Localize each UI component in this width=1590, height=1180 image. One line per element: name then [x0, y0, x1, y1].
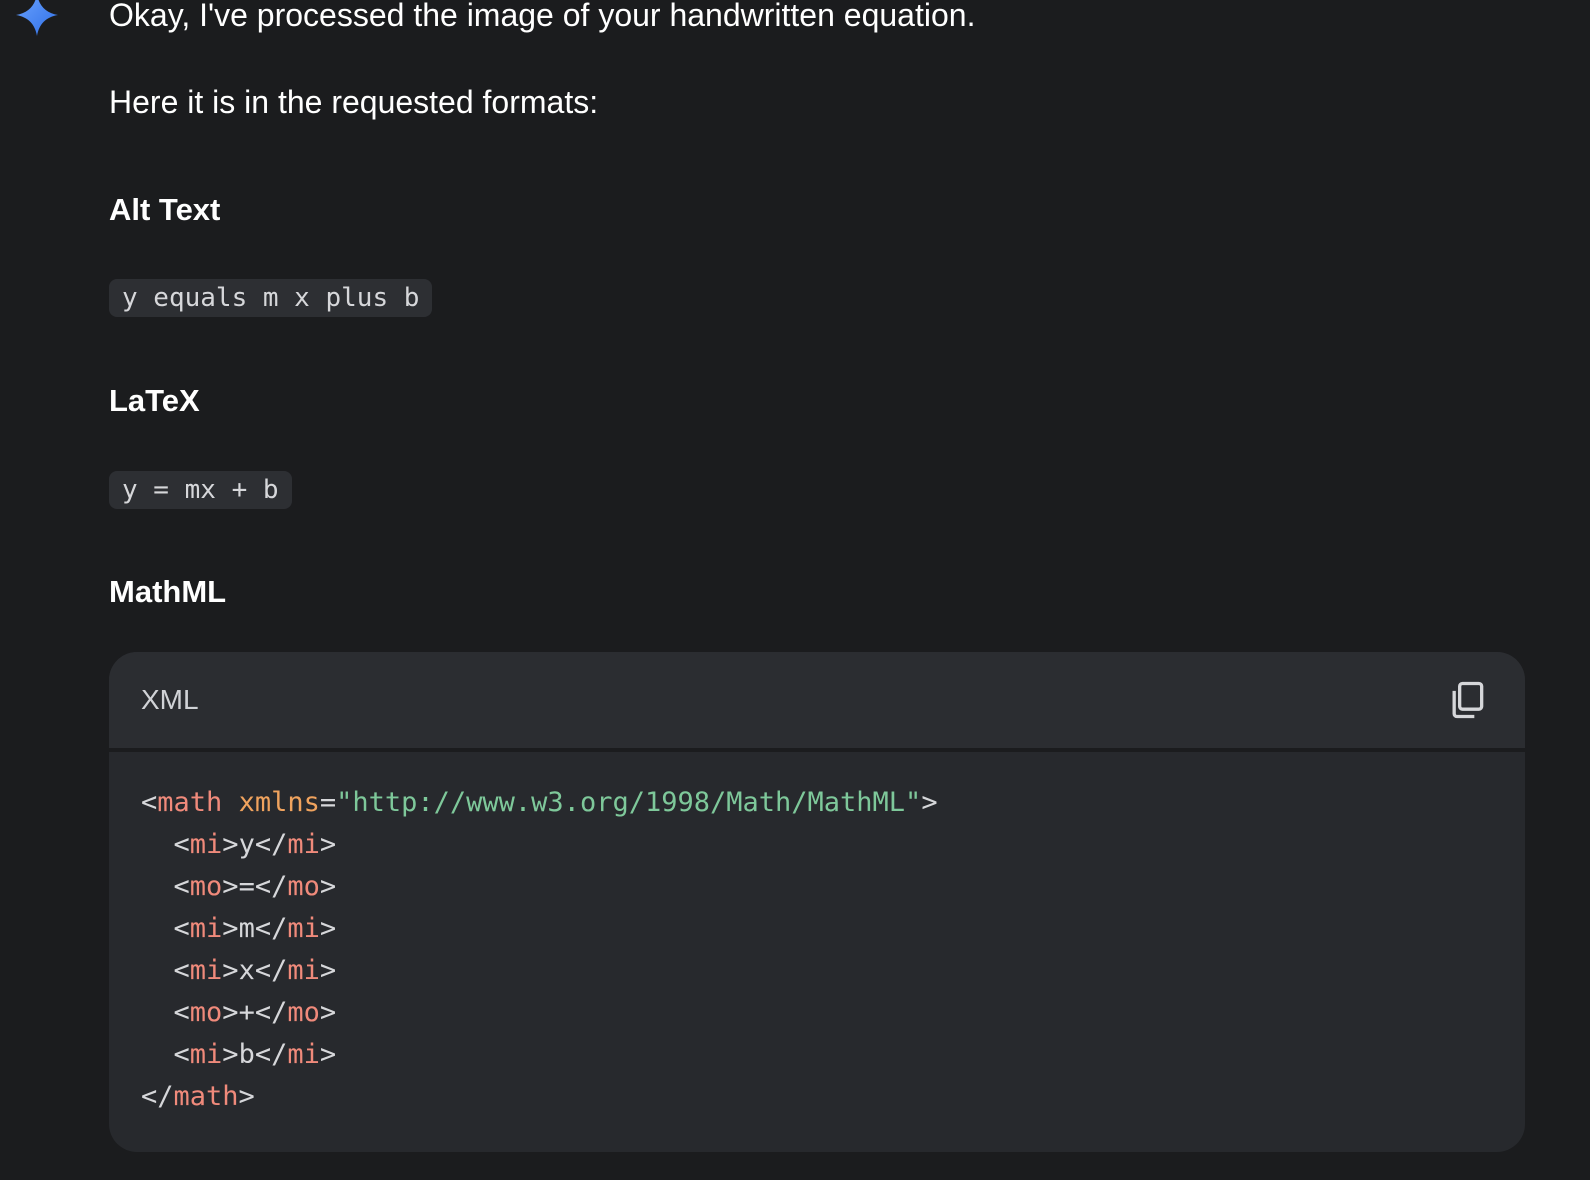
- code-token-punct: >: [222, 1039, 239, 1070]
- code-token-punct: >: [222, 871, 239, 902]
- code-token-tag: mo: [189, 997, 223, 1028]
- code-token-punct: <: [141, 913, 190, 944]
- alt-text-heading: Alt Text: [109, 192, 221, 227]
- code-token-tag: mi: [287, 955, 320, 986]
- code-token-punct: =: [319, 787, 337, 818]
- alt-text-inline-code: y equals m x plus b: [109, 279, 433, 317]
- code-token-punct: >: [238, 1081, 255, 1112]
- code-token-punct: >: [222, 997, 239, 1028]
- code-token-text: =: [238, 871, 255, 902]
- response-formats-text: Here it is in the requested formats:: [109, 84, 599, 120]
- code-token-str: "http://www.w3.org/1998/Math/MathML": [336, 787, 922, 818]
- code-line: <mo>+</mo>: [141, 992, 938, 1034]
- code-line: <mi>x</mi>: [141, 950, 938, 992]
- code-token-tag: mi: [189, 829, 223, 860]
- mathml-code-block: XML <math xmlns="http://www.w3.org/1998/…: [109, 652, 1525, 1152]
- code-line: </math>: [141, 1076, 938, 1118]
- code-token-punct: </: [254, 871, 288, 902]
- code-token-tag: mi: [189, 1039, 223, 1070]
- code-token-tag: mi: [287, 829, 320, 860]
- code-language-label: XML: [141, 684, 199, 715]
- code-token-punct: >: [921, 787, 938, 818]
- code-token-punct: <: [141, 997, 190, 1028]
- code-token-punct: </: [254, 829, 288, 860]
- code-token-punct: <: [141, 787, 158, 818]
- code-token-tag: mi: [287, 1039, 320, 1070]
- copy-icon[interactable]: [1445, 678, 1489, 722]
- gemini-spark-icon: [16, 0, 58, 36]
- code-token-punct: >: [319, 997, 337, 1028]
- code-token-punct: </: [254, 997, 288, 1028]
- code-token-text: b: [238, 1039, 255, 1070]
- response-intro-text: Okay, I've processed the image of your h…: [109, 0, 976, 33]
- code-token-punct: <: [141, 871, 190, 902]
- code-token-text: x: [238, 955, 255, 986]
- code-token-tag: mo: [287, 997, 320, 1028]
- code-block-header: XML: [109, 652, 1525, 748]
- code-token-punct: >: [319, 871, 337, 902]
- code-token-text: +: [238, 997, 255, 1028]
- code-token-punct: >: [319, 913, 337, 944]
- code-token-tag: mi: [189, 955, 223, 986]
- code-token-punct: <: [141, 955, 190, 986]
- code-token-punct: >: [319, 955, 337, 986]
- code-token-tag: mo: [189, 871, 223, 902]
- code-token-tag: math: [173, 1081, 239, 1112]
- latex-inline-code: y = mx + b: [109, 471, 292, 509]
- code-line: <math xmlns="http://www.w3.org/1998/Math…: [141, 782, 938, 824]
- code-line: <mo>=</mo>: [141, 866, 938, 908]
- code-token-punct: >: [319, 829, 337, 860]
- code-token-tag: math: [157, 787, 223, 818]
- latex-heading: LaTeX: [109, 383, 200, 418]
- code-token-punct: >: [222, 829, 239, 860]
- code-line: <mi>m</mi>: [141, 908, 938, 950]
- mathml-heading: MathML: [109, 574, 227, 609]
- code-token-tag: mi: [287, 913, 320, 944]
- code-line: <mi>b</mi>: [141, 1034, 938, 1076]
- code-token-punct: >: [222, 913, 239, 944]
- code-header-divider: [109, 748, 1525, 752]
- code-token-attr: xmlns: [238, 787, 320, 818]
- code-token-punct: [222, 787, 238, 818]
- code-token-punct: <: [141, 829, 190, 860]
- code-content[interactable]: <math xmlns="http://www.w3.org/1998/Math…: [141, 782, 938, 1118]
- code-token-punct: >: [319, 1039, 337, 1070]
- code-token-tag: mo: [287, 871, 320, 902]
- code-token-punct: </: [254, 1039, 288, 1070]
- code-token-tag: mi: [189, 913, 223, 944]
- code-token-text: m: [238, 913, 255, 944]
- code-token-punct: </: [254, 955, 288, 986]
- code-token-text: y: [238, 829, 255, 860]
- code-token-punct: </: [141, 1081, 174, 1112]
- code-token-punct: <: [141, 1039, 190, 1070]
- code-token-punct: >: [222, 955, 239, 986]
- code-token-punct: </: [254, 913, 288, 944]
- code-line: <mi>y</mi>: [141, 824, 938, 866]
